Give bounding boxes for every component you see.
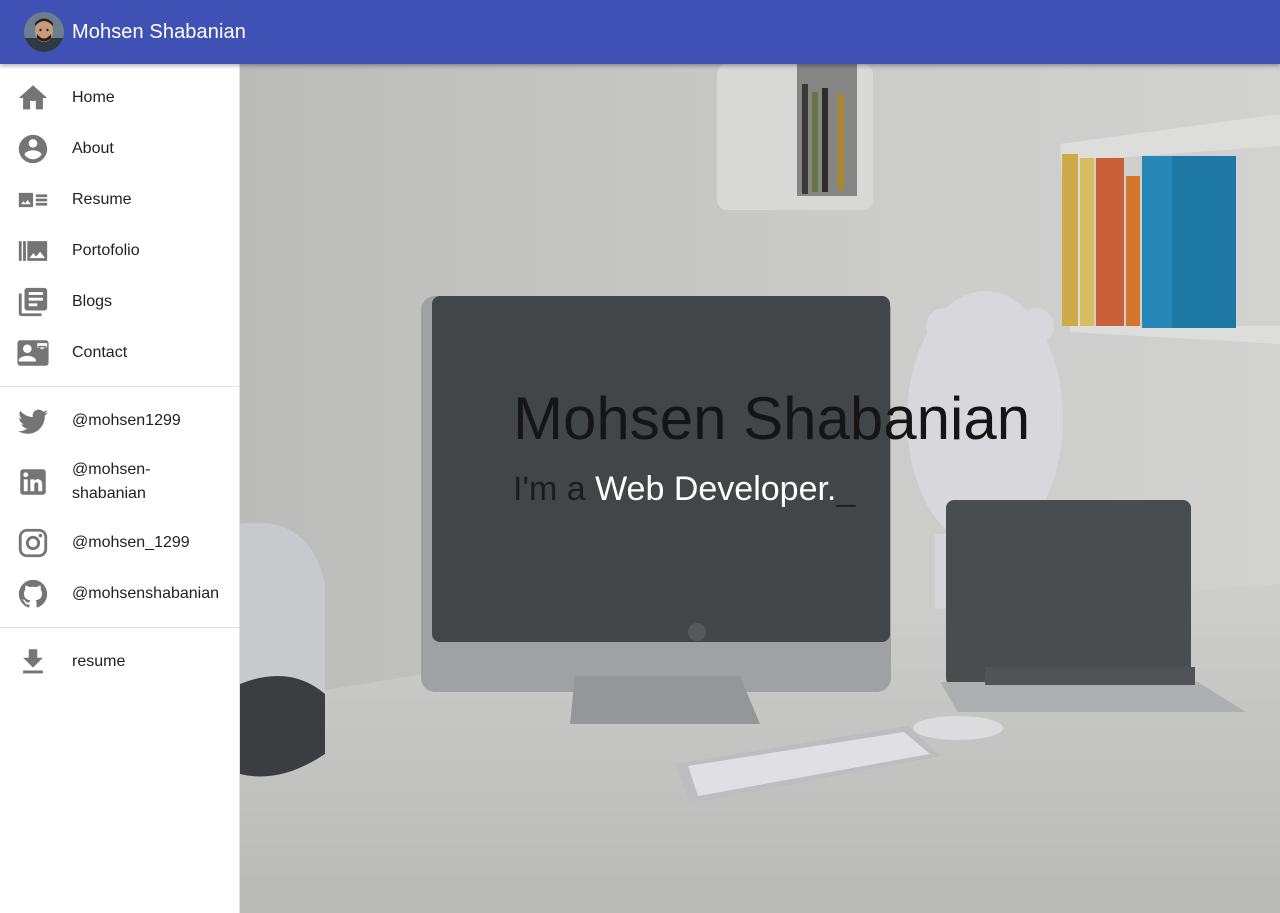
nav-item-blogs[interactable]: Blogs <box>0 276 239 327</box>
hero-title: Mohsen Shabanian <box>513 385 1031 452</box>
nav-item-label: Blogs <box>72 292 113 310</box>
social-item-label: @mohsenshabanian <box>72 584 220 602</box>
hero-subtitle: I'm a Web Developer._ <box>513 470 1030 509</box>
typing-cursor: _ <box>836 470 856 508</box>
download-icon <box>16 645 50 679</box>
linkedin-icon <box>16 465 50 499</box>
download-section: resume <box>0 628 239 687</box>
home-icon <box>16 81 50 115</box>
social-item-linkedin[interactable]: @mohsen-shabanian <box>0 446 239 517</box>
social-section: @mohsen1299 @mohsen-shabanian @mohsen_12… <box>0 387 239 627</box>
social-item-label: @mohsen-shabanian <box>72 460 151 502</box>
account-circle-icon <box>16 132 50 166</box>
avatar[interactable] <box>24 12 64 52</box>
nav-item-contact[interactable]: Contact <box>0 327 239 378</box>
nav-item-portfolio[interactable]: Portofolio <box>0 225 239 276</box>
avatar-photo-icon <box>24 12 64 52</box>
twitter-icon <box>16 404 50 438</box>
hero-text: Mohsen Shabanian I'm a Web Developer._ <box>513 384 1030 509</box>
instagram-icon <box>16 526 50 560</box>
app-bar: Mohsen Shabanian <box>0 0 1280 64</box>
social-item-label: @mohsen_1299 <box>72 533 190 551</box>
social-item-instagram[interactable]: @mohsen_1299 <box>0 517 239 568</box>
download-label: resume <box>72 652 126 670</box>
nav-item-about[interactable]: About <box>0 123 239 174</box>
hero-section: Mohsen Shabanian I'm a Web Developer._ <box>240 64 1280 913</box>
nav-item-label: Resume <box>72 190 132 208</box>
app-title[interactable]: Mohsen Shabanian <box>72 21 246 44</box>
typed-text: Web Developer. <box>595 470 837 508</box>
hero-subtitle-prefix: I'm a <box>513 470 586 508</box>
nav-item-label: Contact <box>72 343 128 361</box>
download-resume-item[interactable]: resume <box>0 636 239 687</box>
social-item-label: @mohsen1299 <box>72 411 181 429</box>
featured-video-icon <box>16 183 50 217</box>
nav-item-label: Portofolio <box>72 241 140 259</box>
github-icon <box>16 577 50 611</box>
nav-item-label: Home <box>72 88 115 106</box>
social-item-twitter[interactable]: @mohsen1299 <box>0 395 239 446</box>
nav-item-home[interactable]: Home <box>0 72 239 123</box>
nav-item-resume[interactable]: Resume <box>0 174 239 225</box>
nav-section: Home About Resume Portofolio Blogs Conta… <box>0 64 239 386</box>
library-books-icon <box>16 285 50 319</box>
nav-item-label: About <box>72 139 114 157</box>
contact-mail-icon <box>16 336 50 370</box>
navigation-drawer: Home About Resume Portofolio Blogs Conta… <box>0 64 240 913</box>
collections-icon <box>16 234 50 268</box>
social-item-github[interactable]: @mohsenshabanian <box>0 568 239 619</box>
